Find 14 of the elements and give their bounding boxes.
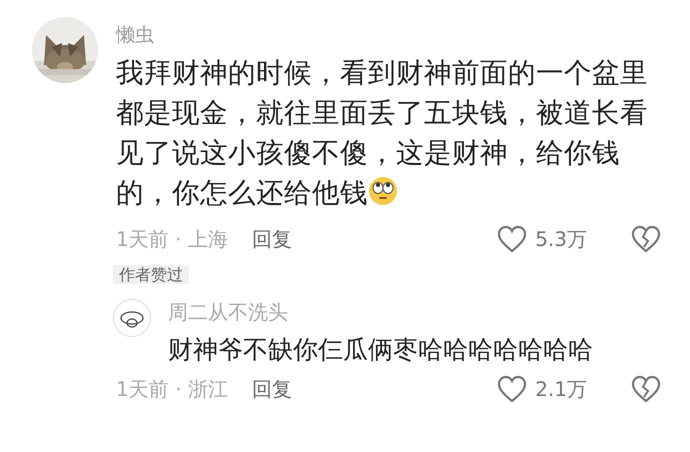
reply-link[interactable]: 回复: [252, 226, 292, 252]
dislike-button[interactable]: [631, 375, 661, 403]
dislike-button[interactable]: [631, 225, 661, 253]
comment-meta: 1天前 · 上海: [116, 226, 228, 252]
comment-text: 我拜财神的时候，看到财神前面的一个盆里都是现金，就往里面丢了五块钱，被道长看见了说这小孩傻不傻，这是财神，给你钱的，你怎么还给他钱: [116, 56, 649, 211]
comment-text: 财神爷不缺你仨瓜俩枣哈哈哈哈哈哈哈: [168, 334, 594, 366]
reply-link[interactable]: 回复: [252, 376, 292, 402]
like-button[interactable]: [497, 375, 528, 403]
comment-meta: 1天前 · 浙江: [116, 376, 228, 402]
like-count: 5.3万: [535, 226, 587, 252]
avatar-icon: [113, 299, 151, 337]
author-liked-tag: 作者赞过: [113, 265, 189, 284]
like-button[interactable]: [497, 225, 528, 253]
like-count: 2.1万: [535, 376, 587, 402]
